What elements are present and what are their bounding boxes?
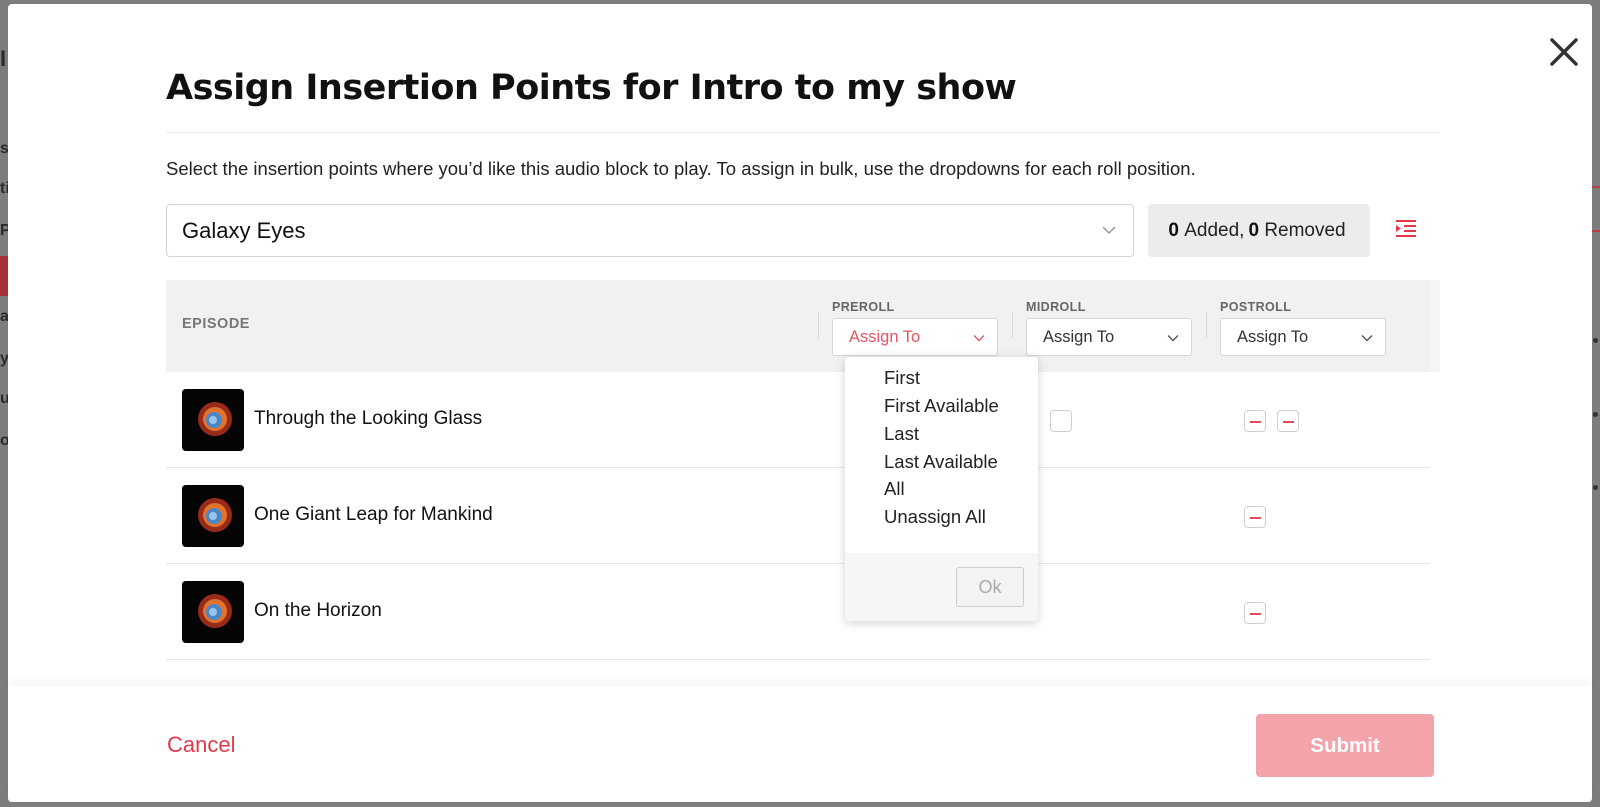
chevron-down-icon	[1167, 335, 1179, 342]
bg-active-nav-item	[0, 256, 8, 296]
indent-list-icon	[1396, 220, 1416, 237]
assign-insertion-modal: Assign Insertion Points for Intro to my …	[8, 4, 1592, 802]
nebula-image	[182, 485, 244, 547]
added-count: 0	[1168, 219, 1179, 241]
postroll-column-header: POSTROLL	[1220, 300, 1292, 314]
midroll-assign-label: Assign To	[1043, 327, 1115, 346]
bg-dot	[1593, 485, 1598, 490]
modal-description: Select the insertion points where you’d …	[166, 158, 1196, 179]
menu-item-last[interactable]: Last	[884, 423, 919, 445]
close-icon	[1550, 38, 1578, 66]
episode-thumbnail	[182, 581, 244, 643]
postroll-remove-toggle[interactable]	[1244, 410, 1266, 432]
ok-button[interactable]: Ok	[956, 567, 1024, 607]
preroll-assign-dropdown[interactable]: Assign To	[832, 318, 998, 356]
menu-item-first-available[interactable]: First Available	[884, 395, 999, 417]
postroll-remove-toggle[interactable]	[1244, 602, 1266, 624]
chevron-down-icon	[1102, 226, 1116, 235]
close-button[interactable]	[1544, 32, 1584, 72]
changes-counter: 0 Added, 0 Removed	[1148, 204, 1370, 257]
modal-title: Assign Insertion Points for Intro to my …	[166, 68, 1017, 108]
indent-list-button[interactable]	[1393, 216, 1419, 242]
modal-footer: Cancel Submit	[8, 686, 1592, 802]
episode-title: Through the Looking Glass	[254, 408, 483, 429]
column-separator	[1206, 312, 1207, 338]
title-divider	[166, 132, 1440, 133]
table-row: On the Horizon	[166, 564, 1430, 660]
episode-title: One Giant Leap for Mankind	[254, 504, 493, 525]
midroll-checkbox[interactable]	[1050, 410, 1072, 432]
table-header: EPISODE PREROLL Assign To MIDROLL Assign…	[166, 280, 1440, 372]
midroll-assign-dropdown[interactable]: Assign To	[1026, 318, 1192, 356]
preroll-assign-menu: First First Available Last Last Availabl…	[845, 357, 1038, 621]
scrollbar-track[interactable]	[1430, 280, 1440, 372]
nebula-image	[182, 389, 244, 451]
chevron-down-icon	[1361, 335, 1373, 342]
menu-item-unassign-all[interactable]: Unassign All	[884, 506, 986, 528]
table-row: One Giant Leap for Mankind	[166, 468, 1430, 564]
episode-column-header: EPISODE	[182, 316, 250, 332]
bg-dot	[1593, 338, 1598, 343]
menu-footer: Ok	[845, 553, 1038, 621]
submit-button[interactable]: Submit	[1256, 714, 1434, 777]
episode-thumbnail	[182, 485, 244, 547]
table-row: Through the Looking Glass	[166, 372, 1430, 468]
midroll-column-header: MIDROLL	[1026, 300, 1086, 314]
preroll-assign-label: Assign To	[849, 327, 921, 346]
postroll-assign-dropdown[interactable]: Assign To	[1220, 318, 1386, 356]
postroll-remove-toggle[interactable]	[1277, 410, 1299, 432]
nebula-image	[182, 581, 244, 643]
removed-label: Removed	[1264, 219, 1346, 241]
column-separator	[818, 312, 819, 338]
postroll-remove-toggle[interactable]	[1244, 506, 1266, 528]
menu-item-all[interactable]: All	[884, 478, 905, 500]
bg-fragment: I	[0, 46, 7, 71]
added-label: Added,	[1184, 219, 1245, 241]
preroll-column-header: PREROLL	[832, 300, 895, 314]
episode-thumbnail	[182, 389, 244, 451]
menu-item-last-available[interactable]: Last Available	[884, 451, 998, 473]
removed-count: 0	[1248, 219, 1260, 241]
menu-item-first[interactable]: First	[884, 367, 920, 389]
chevron-down-icon	[973, 335, 985, 342]
episode-title: On the Horizon	[254, 600, 382, 621]
show-select-value: Galaxy Eyes	[182, 217, 306, 243]
column-separator	[1012, 312, 1013, 338]
postroll-assign-label: Assign To	[1237, 327, 1309, 346]
show-select[interactable]: Galaxy Eyes	[166, 204, 1134, 257]
cancel-button[interactable]: Cancel	[167, 732, 235, 758]
bg-dot	[1593, 412, 1598, 417]
